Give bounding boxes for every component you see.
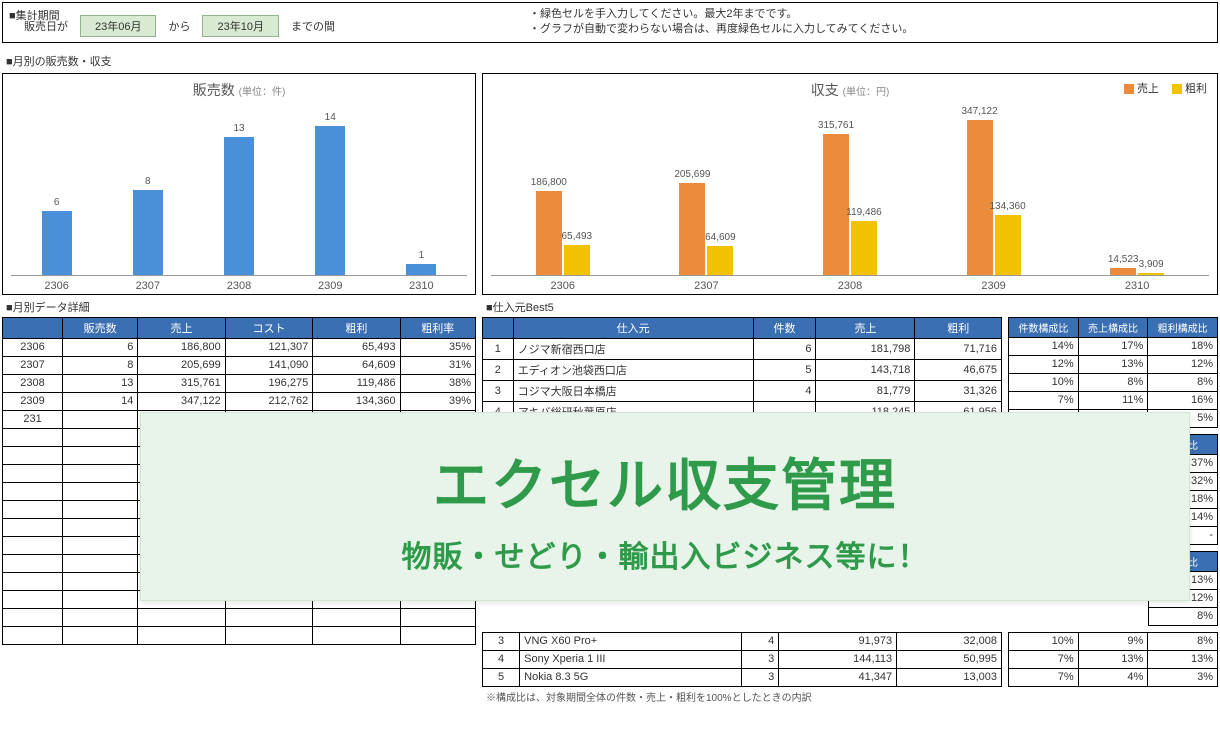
footnote: ※構成比は、対象期間全体の件数・売上・粗利を100%としたときの内訳	[482, 687, 1218, 706]
product-table: 3VNG X60 Pro+491,97332,0084Sony Xperia 1…	[482, 632, 1002, 687]
period-label-from: 販売日が	[24, 18, 68, 34]
chart1-title: 販売数	[193, 82, 235, 98]
supplier-table: 仕入元件数売上粗利 1ノジマ新宿西口店6181,79871,7162エディオン池…	[482, 317, 1002, 423]
product-ratio-table: 10%9%8%7%13%13%7%4%3%	[1008, 632, 1218, 687]
legend-profit: 粗利	[1185, 83, 1207, 95]
legend-swatch-sales	[1124, 84, 1134, 94]
charts-section-title: ■月別の販売数・収支	[2, 51, 1218, 71]
chart-revenue: 売上 粗利 収支 (単位：円) 186,80065,493205,69964,6…	[482, 73, 1218, 295]
period-to-input[interactable]: 23年10月	[202, 15, 278, 37]
period-between: から	[168, 18, 190, 34]
chart2-legend: 売上 粗利	[1114, 80, 1207, 96]
overlay-subtitle: 物販・せどり・輸出入ビジネス等に！	[161, 532, 1169, 576]
chart-sales-count: 販売数 (単位：件) 6813141 23062307230823092310	[2, 73, 476, 295]
chart2-title: 収支	[811, 82, 839, 98]
supplier-title: ■仕入元Best5	[482, 297, 1218, 317]
period-after: までの間	[291, 18, 335, 34]
chart1-unit: (単位：件)	[239, 87, 286, 98]
monthly-detail-title: ■月別データ詳細	[2, 297, 476, 317]
chart2-unit: (単位：円)	[843, 87, 890, 98]
overlay-banner: エクセル収支管理 物販・せどり・輸出入ビジネス等に！	[140, 412, 1190, 601]
charts-row: 販売数 (単位：件) 6813141 23062307230823092310 …	[2, 73, 1218, 295]
legend-swatch-profit	[1172, 84, 1182, 94]
period-from-input[interactable]: 23年06月	[80, 15, 156, 37]
overlay-title: エクセル収支管理	[161, 441, 1169, 522]
legend-sales: 売上	[1137, 83, 1159, 95]
